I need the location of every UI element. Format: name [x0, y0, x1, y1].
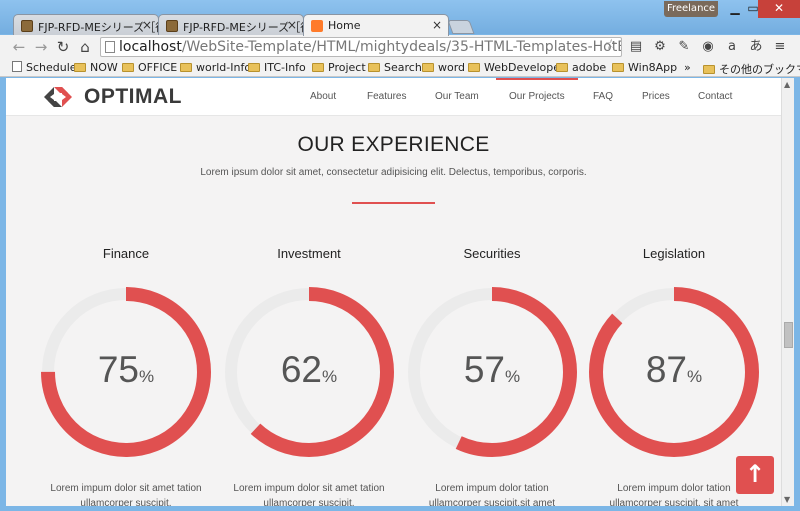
tab-strip: FJP-RFD-MEシリーズ［従来 × FJP-RFD-MEシリーズ［従来 × …: [0, 0, 800, 36]
scroll-down-icon[interactable]: ▼: [784, 495, 790, 504]
extension-icon[interactable]: ✎: [676, 39, 692, 55]
arrow-up-icon: ↑: [744, 460, 766, 488]
folder-icon: [556, 63, 568, 72]
section-subtitle: Lorem ipsum dolor sit amet, consectetur …: [200, 167, 587, 178]
page-viewport: OPTIMAL About Features Our Team Our Proj…: [6, 78, 781, 506]
address-bar[interactable]: localhost/WebSite-Template/HTML/mightyde…: [100, 37, 622, 57]
tab-fjp-2[interactable]: FJP-RFD-MEシリーズ［従来 ×: [158, 14, 304, 36]
bookmarks-overflow-button[interactable]: »: [684, 61, 691, 74]
bookmark-folder[interactable]: adobe: [556, 61, 606, 74]
stat-value: 57%: [463, 349, 521, 390]
stat-value: 62%: [280, 349, 338, 390]
nav-prices[interactable]: Prices: [642, 91, 670, 102]
bookmark-item[interactable]: Schedule: [12, 61, 77, 74]
folder-icon: [703, 65, 715, 74]
other-bookmarks-folder[interactable]: その他のブックマーク: [703, 61, 800, 77]
tab-home[interactable]: Home ×: [303, 14, 449, 36]
extension-icon[interactable]: ◉: [700, 39, 716, 55]
stat-finance: Finance 75% Lorem impum dolor sit amet t…: [38, 246, 214, 506]
extension-icon[interactable]: ▤: [628, 39, 644, 55]
close-icon[interactable]: ×: [432, 18, 442, 32]
section-title: OUR EXPERIENCE: [297, 133, 490, 156]
folder-icon: [312, 63, 324, 72]
settings-gear-icon[interactable]: ⚙: [652, 39, 668, 55]
bookmark-folder[interactable]: Search: [368, 61, 422, 74]
bookmark-star-icon[interactable]: ☆: [605, 37, 618, 53]
stat-label: Investment: [277, 246, 341, 261]
bookmarks-bar: Schedule NOW OFFICE world-Info ITC-Info …: [0, 59, 800, 77]
stat-value: 75%: [97, 349, 155, 390]
bookmark-folder[interactable]: word: [422, 61, 465, 74]
home-icon[interactable]: ⌂: [76, 38, 94, 56]
scroll-up-icon[interactable]: ▲: [784, 80, 790, 89]
stat-description: Lorem impum dolor sit amet tation ullamco…: [50, 483, 202, 506]
scrollbar-thumb[interactable]: [784, 322, 793, 348]
bookmark-folder[interactable]: ITC-Info: [248, 61, 306, 74]
stat-securities: Securities 57% Lorem impum dolor tation u…: [404, 246, 580, 506]
tab-title: Home: [328, 19, 361, 32]
bookmark-folder[interactable]: Project: [312, 61, 366, 74]
amazon-icon[interactable]: a: [724, 39, 740, 55]
nav-contact[interactable]: Contact: [698, 91, 732, 102]
folder-icon: [74, 63, 86, 72]
new-tab-button[interactable]: [447, 20, 475, 34]
xampp-icon: [311, 20, 323, 32]
folder-icon: [612, 63, 624, 72]
menu-icon[interactable]: ≡: [772, 39, 788, 55]
page-scrollbar[interactable]: ▲ ▼: [781, 78, 794, 506]
bookmark-folder[interactable]: NOW: [74, 61, 118, 74]
browser-toolbar: ← → ↻ ⌂ localhost/WebSite-Template/HTML/…: [0, 35, 800, 59]
page-icon: [105, 41, 115, 53]
back-icon[interactable]: ←: [10, 38, 28, 56]
nav-about[interactable]: About: [310, 91, 336, 102]
active-nav-indicator: [496, 78, 578, 80]
bookmark-folder[interactable]: OFFICE: [122, 61, 177, 74]
folder-icon: [422, 63, 434, 72]
nav-faq[interactable]: FAQ: [593, 91, 613, 102]
close-icon[interactable]: ×: [287, 18, 297, 32]
folder-icon: [248, 63, 260, 72]
stat-value: 87%: [645, 349, 703, 390]
optimal-logo-icon[interactable]: [40, 79, 76, 115]
document-icon: [21, 20, 33, 32]
tab-title: FJP-RFD-MEシリーズ［従来: [183, 21, 303, 34]
folder-icon: [180, 63, 192, 72]
folder-icon: [468, 63, 480, 72]
browser-window: FJP-RFD-MEシリーズ［従来 × FJP-RFD-MEシリーズ［従来 × …: [0, 0, 800, 511]
window-close-button[interactable]: ✕: [758, 0, 800, 18]
page-icon: [12, 61, 22, 72]
brand-name[interactable]: OPTIMAL: [84, 85, 182, 109]
url-path: /WebSite-Template/HTML/mightydeals/35-HT…: [181, 39, 621, 55]
folder-icon: [122, 63, 134, 72]
profile-badge[interactable]: Freelance: [664, 1, 718, 17]
stat-label: Securities: [463, 246, 521, 261]
nav-features[interactable]: Features: [367, 91, 406, 102]
stat-label: Legislation: [642, 246, 706, 261]
document-icon: [166, 20, 178, 32]
site-header: OPTIMAL About Features Our Team Our Proj…: [6, 78, 781, 116]
stat-label: Finance: [102, 246, 150, 261]
nav-our-team[interactable]: Our Team: [435, 91, 479, 102]
url-host: localhost: [119, 39, 182, 55]
bookmark-folder[interactable]: world-Info: [180, 61, 251, 74]
forward-icon[interactable]: →: [32, 38, 50, 56]
folder-icon: [368, 63, 380, 72]
stat-description: Lorem impum dolor tation ullamcorper susc…: [428, 483, 556, 506]
bookmark-folder[interactable]: Win8App: [612, 61, 677, 74]
tab-title: FJP-RFD-MEシリーズ［従来: [38, 21, 158, 34]
stat-description: Lorem impum dolor sit amet tation ullamco…: [233, 483, 385, 506]
bookmark-folder[interactable]: WebDeveloper: [468, 61, 565, 74]
translate-icon[interactable]: あ: [748, 39, 764, 55]
stat-investment: Investment 62% Lorem impum dolor sit ame…: [221, 246, 397, 506]
nav-our-projects[interactable]: Our Projects: [509, 91, 565, 102]
section-divider: [352, 202, 435, 204]
tab-fjp-1[interactable]: FJP-RFD-MEシリーズ［従来 ×: [13, 14, 159, 36]
back-to-top-button[interactable]: ↑: [736, 456, 774, 494]
reload-icon[interactable]: ↻: [54, 38, 72, 56]
close-icon[interactable]: ×: [142, 18, 152, 32]
